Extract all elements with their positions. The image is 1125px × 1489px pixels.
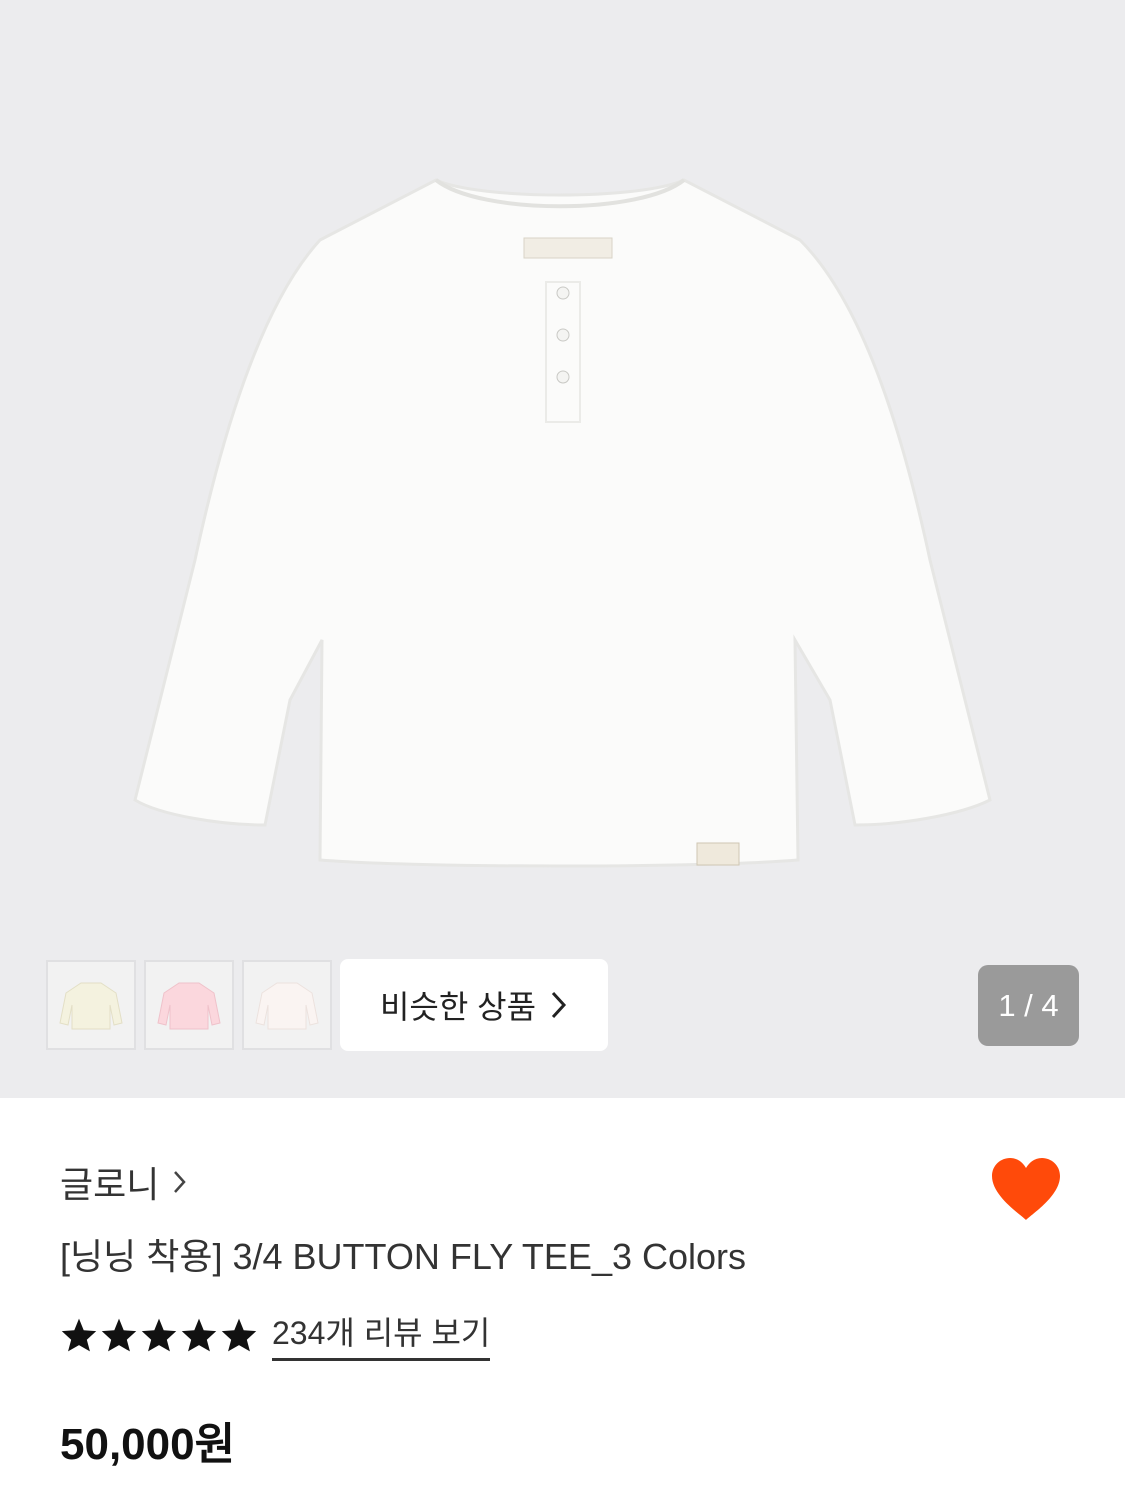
pink-tee-thumbnail-icon [157, 982, 221, 1030]
similar-products-button[interactable]: 비슷한 상품 [340, 959, 608, 1051]
thumbnail-cream[interactable] [46, 960, 136, 1050]
star-icon [181, 1318, 217, 1351]
star-icon [141, 1318, 177, 1351]
product-gallery[interactable]: 비슷한 상품 1 / 4 [0, 0, 1125, 1098]
thumbnail-strip [46, 960, 332, 1050]
star-icon [221, 1318, 257, 1351]
review-link[interactable]: 234개 리뷰 보기 [272, 1308, 491, 1361]
cream-tee-thumbnail-icon [59, 982, 123, 1030]
brand-link[interactable]: 글로니 [60, 1156, 187, 1208]
product-price: 50,000원 [60, 1420, 236, 1469]
star-icon [61, 1318, 97, 1351]
star-rating [60, 1317, 258, 1353]
chevron-right-icon [174, 1171, 187, 1193]
white-tee-thumbnail-icon [255, 982, 319, 1030]
image-page-counter: 1 / 4 [978, 965, 1079, 1046]
wishlist-heart-icon[interactable] [990, 1156, 1062, 1222]
product-image [133, 178, 992, 868]
chevron-right-icon [551, 991, 567, 1019]
thumbnail-white[interactable] [242, 960, 332, 1050]
brand-name: 글로니 [60, 1164, 160, 1205]
rating-row: 234개 리뷰 보기 [60, 1308, 491, 1361]
star-icon [101, 1318, 137, 1351]
similar-products-label: 비슷한 상품 [379, 989, 537, 1025]
thumbnail-pink[interactable] [144, 960, 234, 1050]
product-title: [닝닝 착용] 3/4 BUTTON FLY TEE_3 Colors [60, 1236, 747, 1277]
